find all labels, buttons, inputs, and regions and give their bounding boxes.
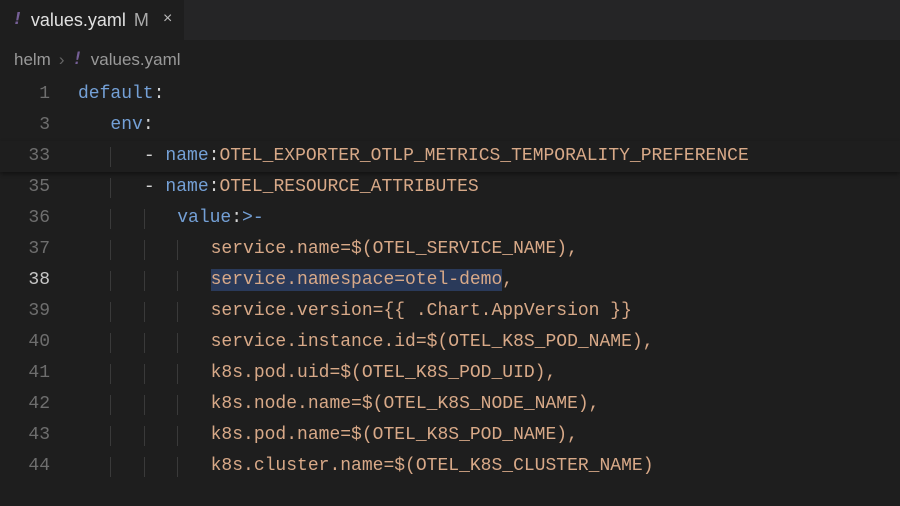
- chevron-right-icon: ›: [59, 46, 65, 73]
- line-number: 35: [0, 173, 70, 202]
- line-number: 33: [0, 142, 70, 171]
- editor-tab[interactable]: ! values.yaml M ×: [0, 0, 184, 40]
- line-number: 3: [0, 111, 70, 140]
- code-line[interactable]: 37 service.name=$(OTEL_SERVICE_NAME),: [0, 234, 900, 265]
- code-line[interactable]: 38 service.namespace=otel-demo,: [0, 265, 900, 296]
- code-content: default:: [78, 80, 164, 109]
- code-line[interactable]: 40 service.instance.id=$(OTEL_K8S_POD_NA…: [0, 327, 900, 358]
- code-content: - name: OTEL_EXPORTER_OTLP_METRICS_TEMPO…: [78, 142, 749, 171]
- yaml-icon: !: [12, 6, 23, 35]
- code-content: k8s.node.name=$(OTEL_K8S_NODE_NAME),: [78, 390, 600, 419]
- breadcrumb-folder[interactable]: helm: [14, 46, 51, 73]
- code-content: k8s.pod.uid=$(OTEL_K8S_POD_UID),: [78, 359, 556, 388]
- line-number: 37: [0, 235, 70, 264]
- code-content: service.namespace=otel-demo,: [78, 266, 513, 295]
- line-number: 39: [0, 297, 70, 326]
- line-number: 43: [0, 421, 70, 450]
- code-content: - name: OTEL_RESOURCE_ATTRIBUTES: [78, 173, 479, 202]
- code-line[interactable]: 41 k8s.pod.uid=$(OTEL_K8S_POD_UID),: [0, 358, 900, 389]
- code-line[interactable]: 33 - name: OTEL_EXPORTER_OTLP_METRICS_TE…: [0, 141, 900, 172]
- line-number: 41: [0, 359, 70, 388]
- line-number: 1: [0, 80, 70, 109]
- line-number: 42: [0, 390, 70, 419]
- code-line[interactable]: 35 - name: OTEL_RESOURCE_ATTRIBUTES: [0, 172, 900, 203]
- code-content: service.name=$(OTEL_SERVICE_NAME),: [78, 235, 578, 264]
- code-content: value: >-: [78, 204, 264, 233]
- code-line[interactable]: 1 default:: [0, 79, 900, 110]
- code-content: k8s.cluster.name=$(OTEL_K8S_CLUSTER_NAME…: [78, 452, 654, 481]
- code-line[interactable]: 39 service.version={{ .Chart.AppVersion …: [0, 296, 900, 327]
- line-number: 40: [0, 328, 70, 357]
- code-content: k8s.pod.name=$(OTEL_K8S_POD_NAME),: [78, 421, 578, 450]
- tab-bar: ! values.yaml M ×: [0, 0, 900, 40]
- close-icon[interactable]: ×: [163, 7, 173, 33]
- code-line[interactable]: 42 k8s.node.name=$(OTEL_K8S_NODE_NAME),: [0, 389, 900, 420]
- line-number: 38: [0, 266, 70, 295]
- tab-modified-indicator: M: [134, 6, 149, 35]
- yaml-icon: !: [73, 46, 83, 73]
- code-line[interactable]: 44 k8s.cluster.name=$(OTEL_K8S_CLUSTER_N…: [0, 451, 900, 482]
- breadcrumb: helm › ! values.yaml: [0, 40, 900, 79]
- line-number: 36: [0, 204, 70, 233]
- line-number: 44: [0, 452, 70, 481]
- code-line[interactable]: 36 value: >-: [0, 203, 900, 234]
- code-line[interactable]: 3 env:: [0, 110, 900, 141]
- code-editor[interactable]: 1default:3 env:33 - name: OTEL_EXPORTER_…: [0, 79, 900, 482]
- tab-filename: values.yaml: [31, 6, 126, 35]
- breadcrumb-file[interactable]: values.yaml: [91, 46, 181, 73]
- code-line[interactable]: 43 k8s.pod.name=$(OTEL_K8S_POD_NAME),: [0, 420, 900, 451]
- code-content: service.version={{ .Chart.AppVersion }}: [78, 297, 632, 326]
- code-content: service.instance.id=$(OTEL_K8S_POD_NAME)…: [78, 328, 654, 357]
- code-content: env:: [78, 111, 154, 140]
